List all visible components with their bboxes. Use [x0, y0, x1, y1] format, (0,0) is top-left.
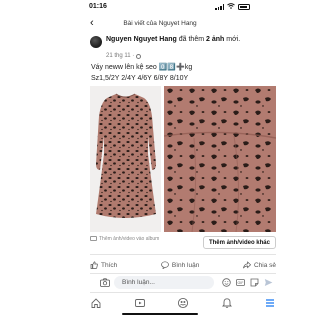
post-timestamp: 21 thg 11 · [106, 53, 142, 59]
globe-icon [136, 53, 142, 59]
phone-screen: 01:16 ‹ Bài viết của Nguyet Hang Nguyen … [42, 0, 278, 320]
album-footer: Thêm ảnh/video vào album Thêm ảnh/video … [90, 236, 276, 250]
nav-title: Bài viết của Nguyet Hang [123, 20, 197, 27]
camera-icon[interactable] [100, 278, 110, 287]
menu-icon [266, 299, 274, 307]
watch-icon [134, 299, 145, 307]
avatar[interactable] [90, 36, 102, 48]
photo-album-icon [90, 236, 97, 242]
divider [90, 273, 276, 274]
battery-icon [238, 4, 250, 10]
home-indicator [122, 313, 198, 315]
post-action-suffix: mới. [226, 36, 241, 43]
like-button[interactable]: Thích [90, 258, 117, 272]
home-icon [91, 298, 101, 308]
album-label[interactable]: Thêm ảnh/video vào album [90, 236, 166, 242]
add-more-photos-button[interactable]: Thêm ảnh/video khác [202, 236, 276, 249]
signal-icon [215, 4, 224, 10]
comment-icon [161, 261, 169, 269]
notifications-icon [221, 298, 232, 308]
post-text: Váy neww lên kệ seo 0️⃣8️⃣➕kg Sz1,5/2Y 2… [91, 62, 192, 84]
tab-menu[interactable] [264, 296, 276, 308]
photo-count: 2 ảnh [206, 36, 225, 43]
people-icon [177, 297, 189, 309]
emoji-icon[interactable] [222, 278, 231, 287]
wifi-icon [227, 3, 235, 11]
post-time-text[interactable]: 21 thg 11 · [106, 53, 134, 59]
status-time: 01:16 [89, 3, 107, 10]
bottom-tab-bar [90, 294, 276, 310]
tab-groups[interactable] [177, 296, 189, 309]
tab-watch[interactable] [134, 296, 146, 308]
thumbs-up-icon [90, 261, 98, 269]
sticker-icon[interactable] [250, 278, 259, 287]
tab-home[interactable] [90, 296, 102, 308]
fabric-closeup-photo[interactable] [164, 86, 276, 232]
gif-icon[interactable]: GIF [236, 278, 245, 287]
photo-grid [42, 86, 278, 232]
comment-label: Bình luận [171, 261, 200, 269]
tab-notifications[interactable] [221, 296, 233, 308]
status-bar: 01:16 [42, 0, 278, 14]
nav-bar: ‹ Bài viết của Nguyet Hang [42, 15, 278, 33]
like-label: Thích [101, 261, 118, 269]
dress-front-photo[interactable] [90, 86, 161, 232]
post-actions: Thích Bình luận Chia sẻ [90, 258, 276, 272]
share-label: Chia sẻ [253, 261, 276, 269]
share-icon [243, 261, 251, 269]
post-author-line: Nguyen Nguyet Hang đã thêm 2 ảnh mới. [106, 36, 256, 45]
author-name[interactable]: Nguyen Nguyet Hang [106, 36, 177, 43]
comment-input[interactable]: Bình luận... [114, 276, 214, 289]
album-label-text: Thêm ảnh/video vào album [99, 236, 160, 242]
divider [90, 292, 276, 293]
comment-button[interactable]: Bình luận [161, 258, 199, 272]
svg-text:GIF: GIF [238, 281, 245, 285]
divider [90, 254, 276, 255]
comment-bar: Bình luận... GIF [90, 276, 276, 290]
status-indicators [215, 3, 250, 11]
post-text-line-2: Sz1,5/2Y 2/4Y 4/6Y 6/8Y 8/10Y [91, 75, 189, 82]
send-icon[interactable] [264, 278, 273, 287]
share-button[interactable]: Chia sẻ [243, 258, 276, 272]
post-text-line-1: Váy neww lên kệ seo 0️⃣8️⃣➕kg [91, 64, 193, 71]
post-action-text: đã thêm [178, 36, 205, 43]
